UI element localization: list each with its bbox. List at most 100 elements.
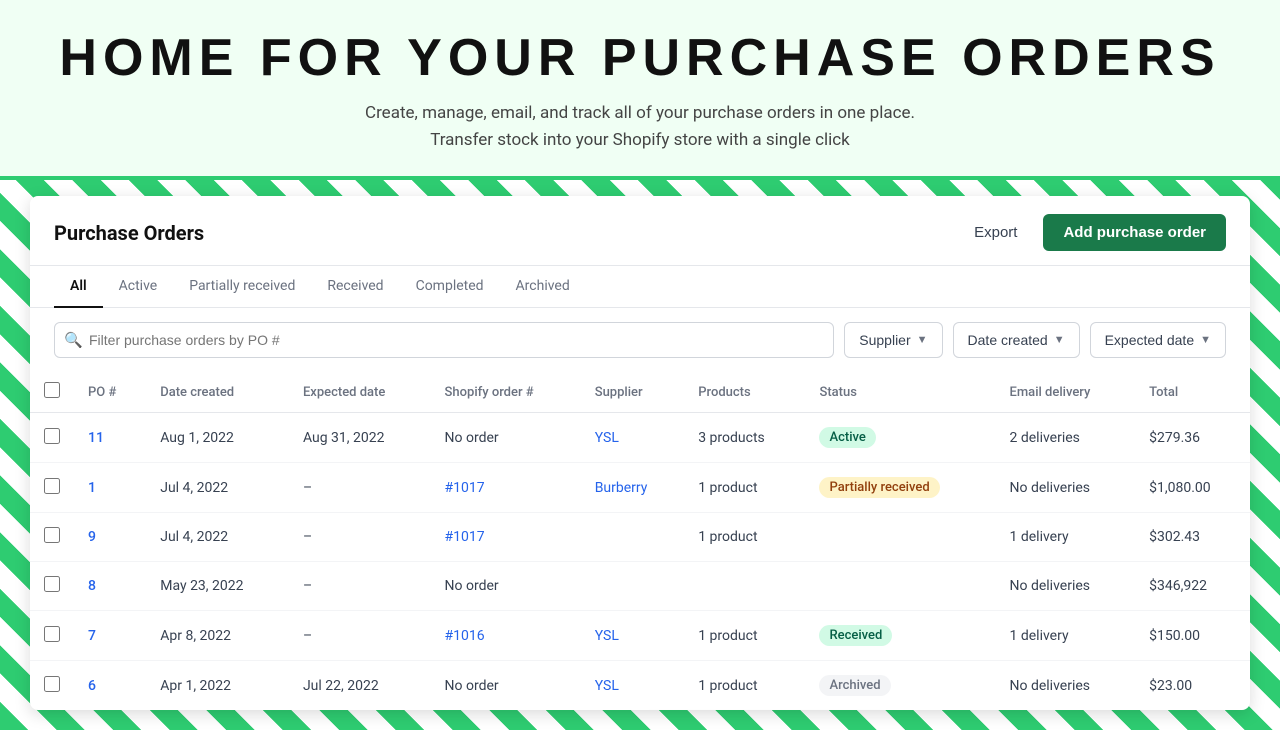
shopify-order-cell[interactable]: #1016 bbox=[431, 611, 581, 661]
supplier-link[interactable]: YSL bbox=[595, 678, 619, 694]
row-checkbox[interactable] bbox=[44, 576, 60, 592]
po-link[interactable]: 11 bbox=[88, 430, 104, 446]
col-date-created: Date created bbox=[146, 372, 289, 413]
supplier-filter-button[interactable]: Supplier ▼ bbox=[844, 322, 942, 358]
date-created-cell: Apr 8, 2022 bbox=[146, 611, 289, 661]
date-created-cell: Jul 4, 2022 bbox=[146, 463, 289, 513]
supplier-cell bbox=[581, 513, 685, 562]
email-delivery-cell: No deliveries bbox=[996, 463, 1136, 513]
po-link[interactable]: 9 bbox=[88, 529, 96, 545]
status-badge: Partially received bbox=[819, 477, 939, 498]
supplier-filter-label: Supplier bbox=[859, 332, 910, 348]
row-checkbox[interactable] bbox=[44, 478, 60, 494]
tab-received[interactable]: Received bbox=[311, 266, 399, 308]
expected-date-filter-label: Expected date bbox=[1105, 332, 1195, 348]
expected-date-cell: – bbox=[289, 513, 431, 562]
tab-completed[interactable]: Completed bbox=[400, 266, 500, 308]
table-row: 9Jul 4, 2022–#10171 product1 delivery$30… bbox=[30, 513, 1250, 562]
table-row: 11Aug 1, 2022Aug 31, 2022No orderYSL3 pr… bbox=[30, 413, 1250, 463]
col-total: Total bbox=[1135, 372, 1250, 413]
row-checkbox-cell bbox=[30, 611, 74, 661]
total-cell: $302.43 bbox=[1135, 513, 1250, 562]
col-checkbox bbox=[30, 372, 74, 413]
po-link[interactable]: 6 bbox=[88, 678, 96, 694]
col-email-delivery: Email delivery bbox=[996, 372, 1136, 413]
row-checkbox[interactable] bbox=[44, 527, 60, 543]
hero-subtitle-line2: Transfer stock into your Shopify store w… bbox=[20, 127, 1260, 154]
supplier-link[interactable]: YSL bbox=[595, 430, 619, 446]
row-checkbox-cell bbox=[30, 562, 74, 611]
po-link[interactable]: 7 bbox=[88, 628, 96, 644]
expected-date-filter-button[interactable]: Expected date ▼ bbox=[1090, 322, 1226, 358]
table-row: 1Jul 4, 2022–#1017Burberry1 productParti… bbox=[30, 463, 1250, 513]
supplier-link[interactable]: Burberry bbox=[595, 480, 648, 496]
row-checkbox-cell bbox=[30, 413, 74, 463]
orders-table: PO # Date created Expected date Shopify … bbox=[30, 372, 1250, 710]
email-delivery-cell: 1 delivery bbox=[996, 513, 1136, 562]
search-wrap: 🔍 bbox=[54, 322, 834, 358]
supplier-cell bbox=[581, 562, 685, 611]
row-checkbox[interactable] bbox=[44, 676, 60, 692]
col-products: Products bbox=[684, 372, 805, 413]
row-checkbox-cell bbox=[30, 463, 74, 513]
supplier-link[interactable]: YSL bbox=[595, 628, 619, 644]
row-checkbox-cell bbox=[30, 661, 74, 711]
tabs-bar: All Active Partially received Received C… bbox=[30, 266, 1250, 308]
status-badge: Received bbox=[819, 625, 892, 646]
products-cell bbox=[684, 562, 805, 611]
shopify-order-cell[interactable]: #1017 bbox=[431, 513, 581, 562]
tab-archived[interactable]: Archived bbox=[500, 266, 586, 308]
status-badge: Active bbox=[819, 427, 875, 448]
search-icon: 🔍 bbox=[64, 331, 83, 349]
add-purchase-order-button[interactable]: Add purchase order bbox=[1043, 214, 1226, 251]
purchase-orders-card: Purchase Orders Export Add purchase orde… bbox=[30, 196, 1250, 710]
col-po: PO # bbox=[74, 372, 146, 413]
row-checkbox[interactable] bbox=[44, 428, 60, 444]
main-background: Purchase Orders Export Add purchase orde… bbox=[0, 180, 1280, 730]
filters-row: 🔍 Supplier ▼ Date created ▼ Expected dat… bbox=[30, 308, 1250, 372]
po-link[interactable]: 1 bbox=[88, 480, 96, 496]
products-cell: 1 product bbox=[684, 513, 805, 562]
expected-date-chevron-icon: ▼ bbox=[1200, 334, 1211, 346]
row-checkbox[interactable] bbox=[44, 626, 60, 642]
shopify-order-cell: No order bbox=[431, 562, 581, 611]
products-cell: 1 product bbox=[684, 661, 805, 711]
total-cell: $23.00 bbox=[1135, 661, 1250, 711]
select-all-checkbox[interactable] bbox=[44, 382, 60, 398]
email-delivery-cell: 2 deliveries bbox=[996, 413, 1136, 463]
po-link[interactable]: 8 bbox=[88, 578, 96, 594]
hero-subtitle: Create, manage, email, and track all of … bbox=[20, 100, 1260, 154]
email-delivery-cell: No deliveries bbox=[996, 562, 1136, 611]
email-delivery-cell: 1 delivery bbox=[996, 611, 1136, 661]
header-actions: Export Add purchase order bbox=[960, 214, 1226, 251]
supplier-chevron-icon: ▼ bbox=[917, 334, 928, 346]
date-created-cell: Apr 1, 2022 bbox=[146, 661, 289, 711]
col-expected-date: Expected date bbox=[289, 372, 431, 413]
date-created-filter-label: Date created bbox=[968, 332, 1048, 348]
export-button[interactable]: Export bbox=[960, 216, 1031, 249]
email-delivery-cell: No deliveries bbox=[996, 661, 1136, 711]
tab-active[interactable]: Active bbox=[103, 266, 174, 308]
col-supplier: Supplier bbox=[581, 372, 685, 413]
col-status: Status bbox=[805, 372, 995, 413]
table-header-row: PO # Date created Expected date Shopify … bbox=[30, 372, 1250, 413]
date-created-filter-button[interactable]: Date created ▼ bbox=[953, 322, 1080, 358]
date-created-chevron-icon: ▼ bbox=[1054, 334, 1065, 346]
table-row: 7Apr 8, 2022–#1016YSL1 productReceived1 … bbox=[30, 611, 1250, 661]
col-shopify-order: Shopify order # bbox=[431, 372, 581, 413]
card-header: Purchase Orders Export Add purchase orde… bbox=[30, 196, 1250, 266]
tab-all[interactable]: All bbox=[54, 266, 103, 308]
total-cell: $1,080.00 bbox=[1135, 463, 1250, 513]
shopify-order-cell: No order bbox=[431, 661, 581, 711]
search-input[interactable] bbox=[54, 322, 834, 358]
products-cell: 1 product bbox=[684, 611, 805, 661]
card-title: Purchase Orders bbox=[54, 221, 204, 245]
table-row: 8May 23, 2022–No orderNo deliveries$346,… bbox=[30, 562, 1250, 611]
tab-partially-received[interactable]: Partially received bbox=[173, 266, 311, 308]
table-row: 6 Apr 1, 2022Jul 22, 2022No order YSL 1 pro… bbox=[30, 661, 1250, 711]
orders-table-wrap: PO # Date created Expected date Shopify … bbox=[30, 372, 1250, 710]
expected-date-cell: Jul 22, 2022 bbox=[289, 661, 431, 711]
row-checkbox-cell bbox=[30, 513, 74, 562]
total-cell: $150.00 bbox=[1135, 611, 1250, 661]
shopify-order-cell[interactable]: #1017 bbox=[431, 463, 581, 513]
